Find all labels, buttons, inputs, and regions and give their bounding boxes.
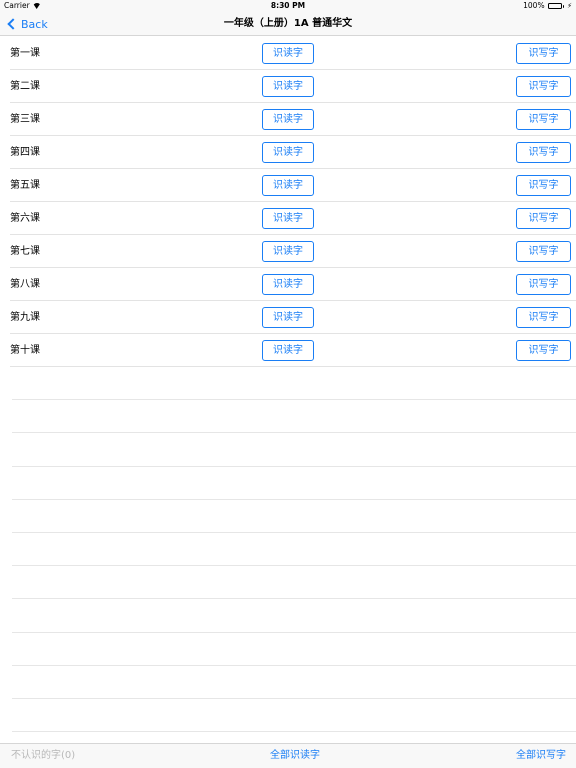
read-characters-button[interactable]: 识读字 bbox=[262, 109, 314, 130]
empty-row bbox=[12, 500, 576, 533]
write-characters-button[interactable]: 识写字 bbox=[516, 175, 571, 196]
lesson-title: 第一课 bbox=[10, 48, 40, 59]
read-characters-button[interactable]: 识读字 bbox=[262, 241, 314, 262]
read-characters-button[interactable]: 识读字 bbox=[262, 175, 314, 196]
read-characters-button[interactable]: 识读字 bbox=[262, 274, 314, 295]
lesson-title: 第六课 bbox=[10, 213, 40, 224]
read-characters-button[interactable]: 识读字 bbox=[262, 208, 314, 229]
lesson-row-5: 第五课 识读字 识写字 bbox=[10, 169, 576, 202]
empty-row bbox=[12, 633, 576, 666]
empty-row bbox=[12, 666, 576, 699]
navigation-bar: Back 一年级（上册）1A 普通华文 bbox=[0, 12, 576, 36]
lesson-row-3: 第三课 识读字 识写字 bbox=[10, 103, 576, 136]
empty-row bbox=[12, 533, 576, 567]
lesson-row-2: 第二课 识读字 识写字 bbox=[10, 70, 576, 103]
all-write-characters-button[interactable]: 全部识写字 bbox=[516, 744, 566, 768]
lesson-row-6: 第六课 识读字 识写字 bbox=[10, 202, 576, 235]
empty-row bbox=[12, 433, 576, 467]
lesson-row-1: 第一课 识读字 识写字 bbox=[10, 37, 576, 70]
read-characters-button[interactable]: 识读字 bbox=[262, 307, 314, 328]
battery-percent: 100% bbox=[523, 1, 545, 10]
status-right: 100% ⚡ bbox=[523, 0, 572, 12]
write-characters-button[interactable]: 识写字 bbox=[516, 307, 571, 328]
read-characters-button[interactable]: 识读字 bbox=[262, 76, 314, 97]
lesson-title: 第十课 bbox=[10, 345, 40, 356]
write-characters-button[interactable]: 识写字 bbox=[516, 340, 571, 361]
read-characters-button[interactable]: 识读字 bbox=[262, 142, 314, 163]
lesson-row-4: 第四课 识读字 识写字 bbox=[10, 136, 576, 169]
bottom-toolbar: 不认识的字(0) 全部识读字 全部识写字 bbox=[0, 743, 576, 768]
empty-row bbox=[12, 400, 576, 434]
lesson-row-8: 第八课 识读字 识写字 bbox=[10, 268, 576, 301]
lesson-title: 第八课 bbox=[10, 279, 40, 290]
lesson-row-10: 第十课 识读字 识写字 bbox=[10, 334, 576, 367]
lesson-list: 第一课 识读字 识写字 第二课 识读字 识写字 第三课 识读字 识写字 第四课 … bbox=[0, 37, 576, 367]
write-characters-button[interactable]: 识写字 bbox=[516, 208, 571, 229]
status-time: 8:30 PM bbox=[270, 1, 306, 10]
lesson-title: 第三课 bbox=[10, 114, 40, 125]
status-bar: Carrier 8:30 PM 100% ⚡ bbox=[0, 0, 576, 12]
page-title: 一年级（上册）1A 普通华文 bbox=[223, 18, 353, 29]
charging-icon: ⚡ bbox=[567, 2, 572, 10]
lesson-title: 第五课 bbox=[10, 180, 40, 191]
write-characters-button[interactable]: 识写字 bbox=[516, 109, 571, 130]
lesson-row-9: 第九课 识读字 识写字 bbox=[10, 301, 576, 334]
lesson-title: 第四课 bbox=[10, 147, 40, 158]
unknown-characters-button[interactable]: 不认识的字(0) bbox=[11, 744, 75, 768]
all-read-characters-button[interactable]: 全部识读字 bbox=[270, 744, 320, 768]
battery-icon bbox=[547, 3, 562, 9]
read-characters-button[interactable]: 识读字 bbox=[262, 43, 314, 64]
empty-row bbox=[12, 467, 576, 500]
empty-row bbox=[12, 599, 576, 633]
battery-tip bbox=[562, 4, 565, 8]
write-characters-button[interactable]: 识写字 bbox=[516, 43, 571, 64]
lesson-title: 第七课 bbox=[10, 246, 40, 257]
read-characters-button[interactable]: 识读字 bbox=[262, 340, 314, 361]
write-characters-button[interactable]: 识写字 bbox=[516, 274, 571, 295]
write-characters-button[interactable]: 识写字 bbox=[516, 76, 571, 97]
empty-row bbox=[12, 699, 576, 733]
lesson-title: 第二课 bbox=[10, 81, 40, 92]
lesson-title: 第九课 bbox=[10, 312, 40, 323]
lesson-row-7: 第七课 识读字 识写字 bbox=[10, 235, 576, 268]
write-characters-button[interactable]: 识写字 bbox=[516, 142, 571, 163]
write-characters-button[interactable]: 识写字 bbox=[516, 241, 571, 262]
empty-row bbox=[12, 367, 576, 401]
empty-table-rows bbox=[12, 367, 576, 733]
empty-row bbox=[12, 566, 576, 600]
